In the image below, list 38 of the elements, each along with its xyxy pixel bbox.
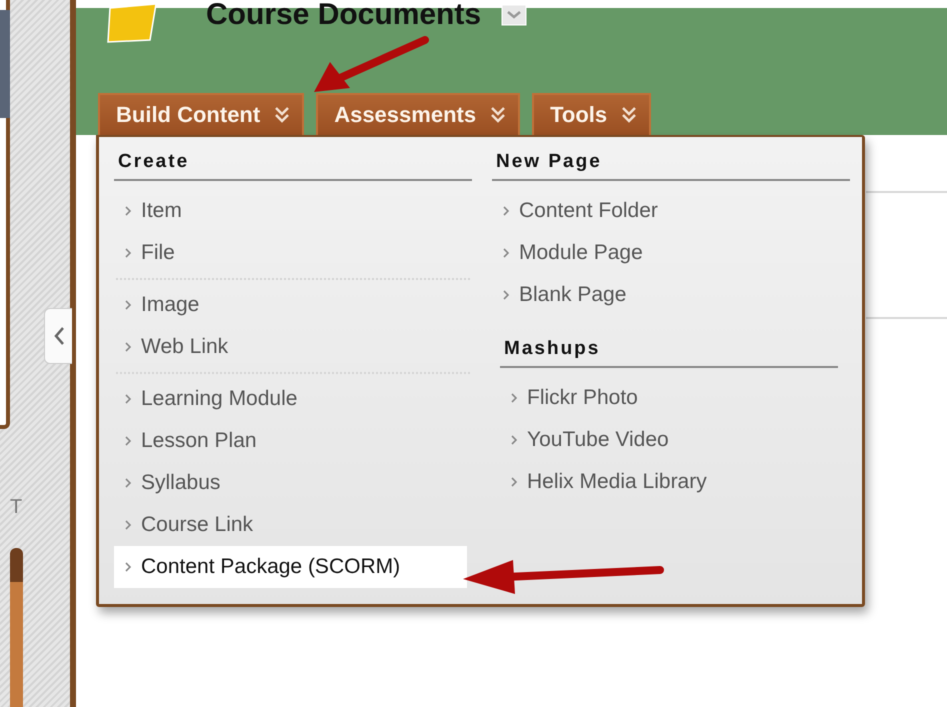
menu-item[interactable]: Flickr Photo bbox=[500, 377, 838, 419]
menu-item-label: Module Page bbox=[519, 241, 643, 265]
menu-item[interactable]: Image bbox=[114, 284, 472, 326]
section-heading: Create bbox=[114, 147, 472, 181]
menu-tab[interactable]: Tools bbox=[532, 93, 652, 135]
menu-item-label: Flickr Photo bbox=[527, 386, 638, 410]
menu-item[interactable]: Lesson Plan bbox=[114, 420, 472, 462]
sidebar-label: T bbox=[10, 496, 22, 519]
menu-item-label: Item bbox=[141, 199, 182, 223]
menu-item[interactable]: Content Folder bbox=[492, 190, 850, 232]
menu-item[interactable]: Course Link bbox=[114, 504, 472, 546]
menu-item-label: File bbox=[141, 241, 175, 265]
menu-item-label: YouTube Video bbox=[527, 428, 669, 452]
menu-item-label: Syllabus bbox=[141, 471, 220, 495]
menu-item-label: Lesson Plan bbox=[141, 429, 257, 453]
menu-item-label: Blank Page bbox=[519, 283, 626, 307]
section-heading: New Page bbox=[492, 147, 850, 181]
menu-item-label: Web Link bbox=[141, 335, 228, 359]
menu-item[interactable]: Learning Module bbox=[114, 378, 472, 420]
menu-item[interactable]: Module Page bbox=[492, 232, 850, 274]
page-title: Course Documents bbox=[206, 0, 482, 30]
menu-item[interactable]: File bbox=[114, 232, 472, 274]
menu-tab[interactable]: Assessments bbox=[316, 93, 520, 135]
menu-item[interactable]: Web Link bbox=[114, 326, 472, 368]
menu-item[interactable]: Helix Media Library bbox=[500, 461, 838, 503]
menu-item[interactable]: Syllabus bbox=[114, 462, 472, 504]
menu-item[interactable]: Blank Page bbox=[492, 274, 850, 316]
menu-item-label: Image bbox=[141, 293, 200, 317]
menu-item-label: Course Link bbox=[141, 513, 254, 537]
section-heading: Mashups bbox=[500, 334, 838, 368]
menu-item-label: Helix Media Library bbox=[527, 470, 707, 494]
menu-item-label: Content Package (SCORM) bbox=[141, 555, 400, 579]
menu-item-label: Content Folder bbox=[519, 199, 658, 223]
menu-tab[interactable]: Build Content bbox=[98, 93, 304, 135]
menu-item[interactable]: Content Package (SCORM) bbox=[114, 546, 467, 588]
menu-item-label: Learning Module bbox=[141, 387, 298, 411]
menu-item[interactable]: YouTube Video bbox=[500, 419, 838, 461]
menu-item[interactable]: Item bbox=[114, 190, 472, 232]
